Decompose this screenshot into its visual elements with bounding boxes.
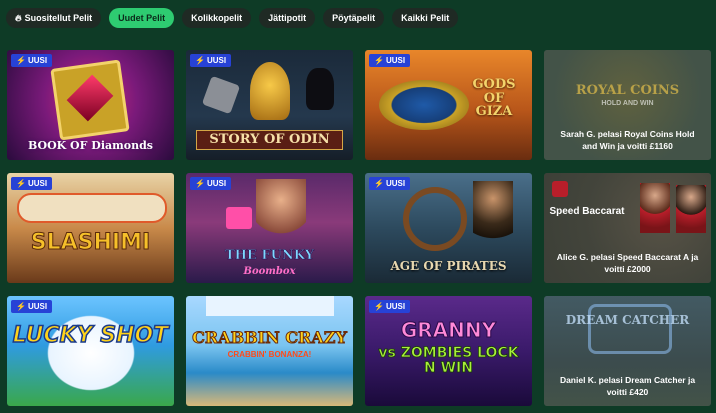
game-title: ROYAL COINS: [575, 83, 680, 98]
win-tile-dream-catcher[interactable]: DREAM CATCHER Daniel K. pelasi Dream Cat…: [544, 296, 711, 406]
win-caption: Sarah G. pelasi Royal Coins Hold and Win…: [560, 129, 695, 151]
lightning-icon: ⚡: [16, 302, 26, 311]
new-badge: ⚡ UUSI: [369, 177, 411, 190]
game-subtitle: Boombox: [243, 265, 296, 277]
tab-kaikki-pelit[interactable]: Kaikki Pelit: [392, 8, 459, 28]
lightning-icon: ⚡: [374, 302, 384, 311]
new-badge: ⚡ UUSI: [369, 54, 411, 67]
game-title: AGE OF PIRATES: [390, 259, 507, 274]
game-tile-age-of-pirates[interactable]: ⚡ UUSI AGE OF PIRATES: [365, 173, 532, 283]
game-subtitle: HOLD AND WIN: [601, 100, 654, 107]
game-tile-lucky-shot[interactable]: ⚡ UUSI LUCKY SHOT: [7, 296, 174, 406]
tab-kolikkopelit[interactable]: Kolikkopelit: [182, 8, 252, 28]
game-title: THE FUNKY: [224, 248, 315, 264]
tab-label: Kolikkopelit: [191, 13, 243, 23]
tab-label: Uudet Pelit: [118, 13, 166, 23]
game-title: STORY OF ODIN: [196, 130, 343, 150]
evolution-logo: [552, 181, 568, 197]
dealer-portrait: [640, 183, 670, 233]
tab-jattipotit[interactable]: Jättipotit: [259, 8, 316, 28]
lightning-icon: ⚡: [195, 179, 205, 188]
raven-icon: [306, 68, 334, 110]
game-tile-story-of-odin[interactable]: ⚡ UUSI STORY OF ODIN: [186, 50, 353, 160]
new-badge: ⚡ UUSI: [11, 177, 53, 190]
helmet-icon: [250, 62, 290, 120]
game-title: SLASHIMI: [30, 230, 151, 255]
new-badge: ⚡ UUSI: [190, 177, 232, 190]
dealer-portrait: [676, 185, 706, 233]
tab-label: Pöytäpelit: [332, 13, 376, 23]
game-title: CRABBIN CRAZY: [192, 328, 348, 347]
game-tile-book-of-diamonds[interactable]: ⚡ UUSI BOOK OF Diamonds: [7, 50, 174, 160]
game-subtitle: CRABBIN' BONANZA!: [227, 350, 312, 359]
new-badge: ⚡ UUSI: [11, 54, 53, 67]
game-tile-granny-vs-zombies[interactable]: ⚡ UUSI GRANNY vs ZOMBIES LOCK N WIN: [365, 296, 532, 406]
tab-uudet-pelit[interactable]: Uudet Pelit: [109, 8, 175, 28]
game-tile-slashimi[interactable]: ⚡ UUSI SLASHIMI: [7, 173, 174, 283]
character-portrait: [256, 179, 306, 249]
win-caption: Daniel K. pelasi Dream Catcher ja voitti…: [559, 375, 696, 397]
flame-icon: 🔥︎: [15, 12, 22, 23]
tab-label: Kaikki Pelit: [401, 13, 450, 23]
game-subtitle: vs ZOMBIES LOCK N WIN: [378, 345, 519, 376]
lightning-icon: ⚡: [374, 179, 384, 188]
lightning-icon: ⚡: [16, 56, 26, 65]
game-title: BOOK OF Diamonds: [28, 139, 153, 153]
wheel-frame: [588, 304, 672, 354]
win-tile-speed-baccarat[interactable]: Speed Baccarat Alice G. pelasi Speed Bac…: [544, 173, 711, 283]
game-title: LUCKY SHOT: [12, 323, 169, 348]
new-badge: ⚡ UUSI: [190, 54, 232, 67]
sushi-icon: [17, 193, 167, 223]
boombox-icon: [226, 207, 252, 229]
game-tile-gods-of-giza[interactable]: ⚡ UUSI GODS OF GIZA: [365, 50, 532, 160]
game-tile-crabbin-crazy[interactable]: CRABBIN CRAZY CRABBIN' BONANZA!: [186, 296, 353, 406]
game-title: GRANNY: [400, 318, 497, 342]
game-tile-the-funky-boombox[interactable]: ⚡ UUSI THE FUNKY Boombox: [186, 173, 353, 283]
game-title: DREAM CATCHER: [565, 313, 690, 327]
tab-poytapelit[interactable]: Pöytäpelit: [323, 8, 385, 28]
sky-strip: [206, 296, 334, 316]
tab-label: Suositellut Pelit: [24, 13, 93, 23]
win-tile-royal-coins[interactable]: ROYAL COINS HOLD AND WIN Sarah G. pelasi…: [544, 50, 711, 160]
game-grid: ⚡ UUSI BOOK OF Diamonds ⚡ UUSI STORY OF OD…: [7, 50, 711, 406]
lightning-icon: ⚡: [16, 179, 26, 188]
lightning-icon: ⚡: [195, 56, 205, 65]
lightning-icon: ⚡: [374, 56, 384, 65]
game-title: GODS OF GIZA: [472, 77, 516, 120]
tab-suositellut-pelit[interactable]: 🔥︎ Suositellut Pelit: [6, 8, 102, 28]
ship-wheel-icon: [403, 187, 467, 251]
game-title: Speed Baccarat: [549, 206, 625, 217]
new-badge: ⚡ UUSI: [369, 300, 411, 313]
eye-of-horus-icon: [379, 80, 469, 130]
pirate-portrait: [473, 181, 513, 251]
new-badge: ⚡ UUSI: [11, 300, 53, 313]
win-caption: Alice G. pelasi Speed Baccarat A ja voit…: [556, 252, 699, 274]
axe-icon: [201, 75, 241, 115]
tab-label: Jättipotit: [268, 13, 307, 23]
category-tabs: 🔥︎ Suositellut Pelit Uudet Pelit Kolikko…: [6, 8, 459, 28]
